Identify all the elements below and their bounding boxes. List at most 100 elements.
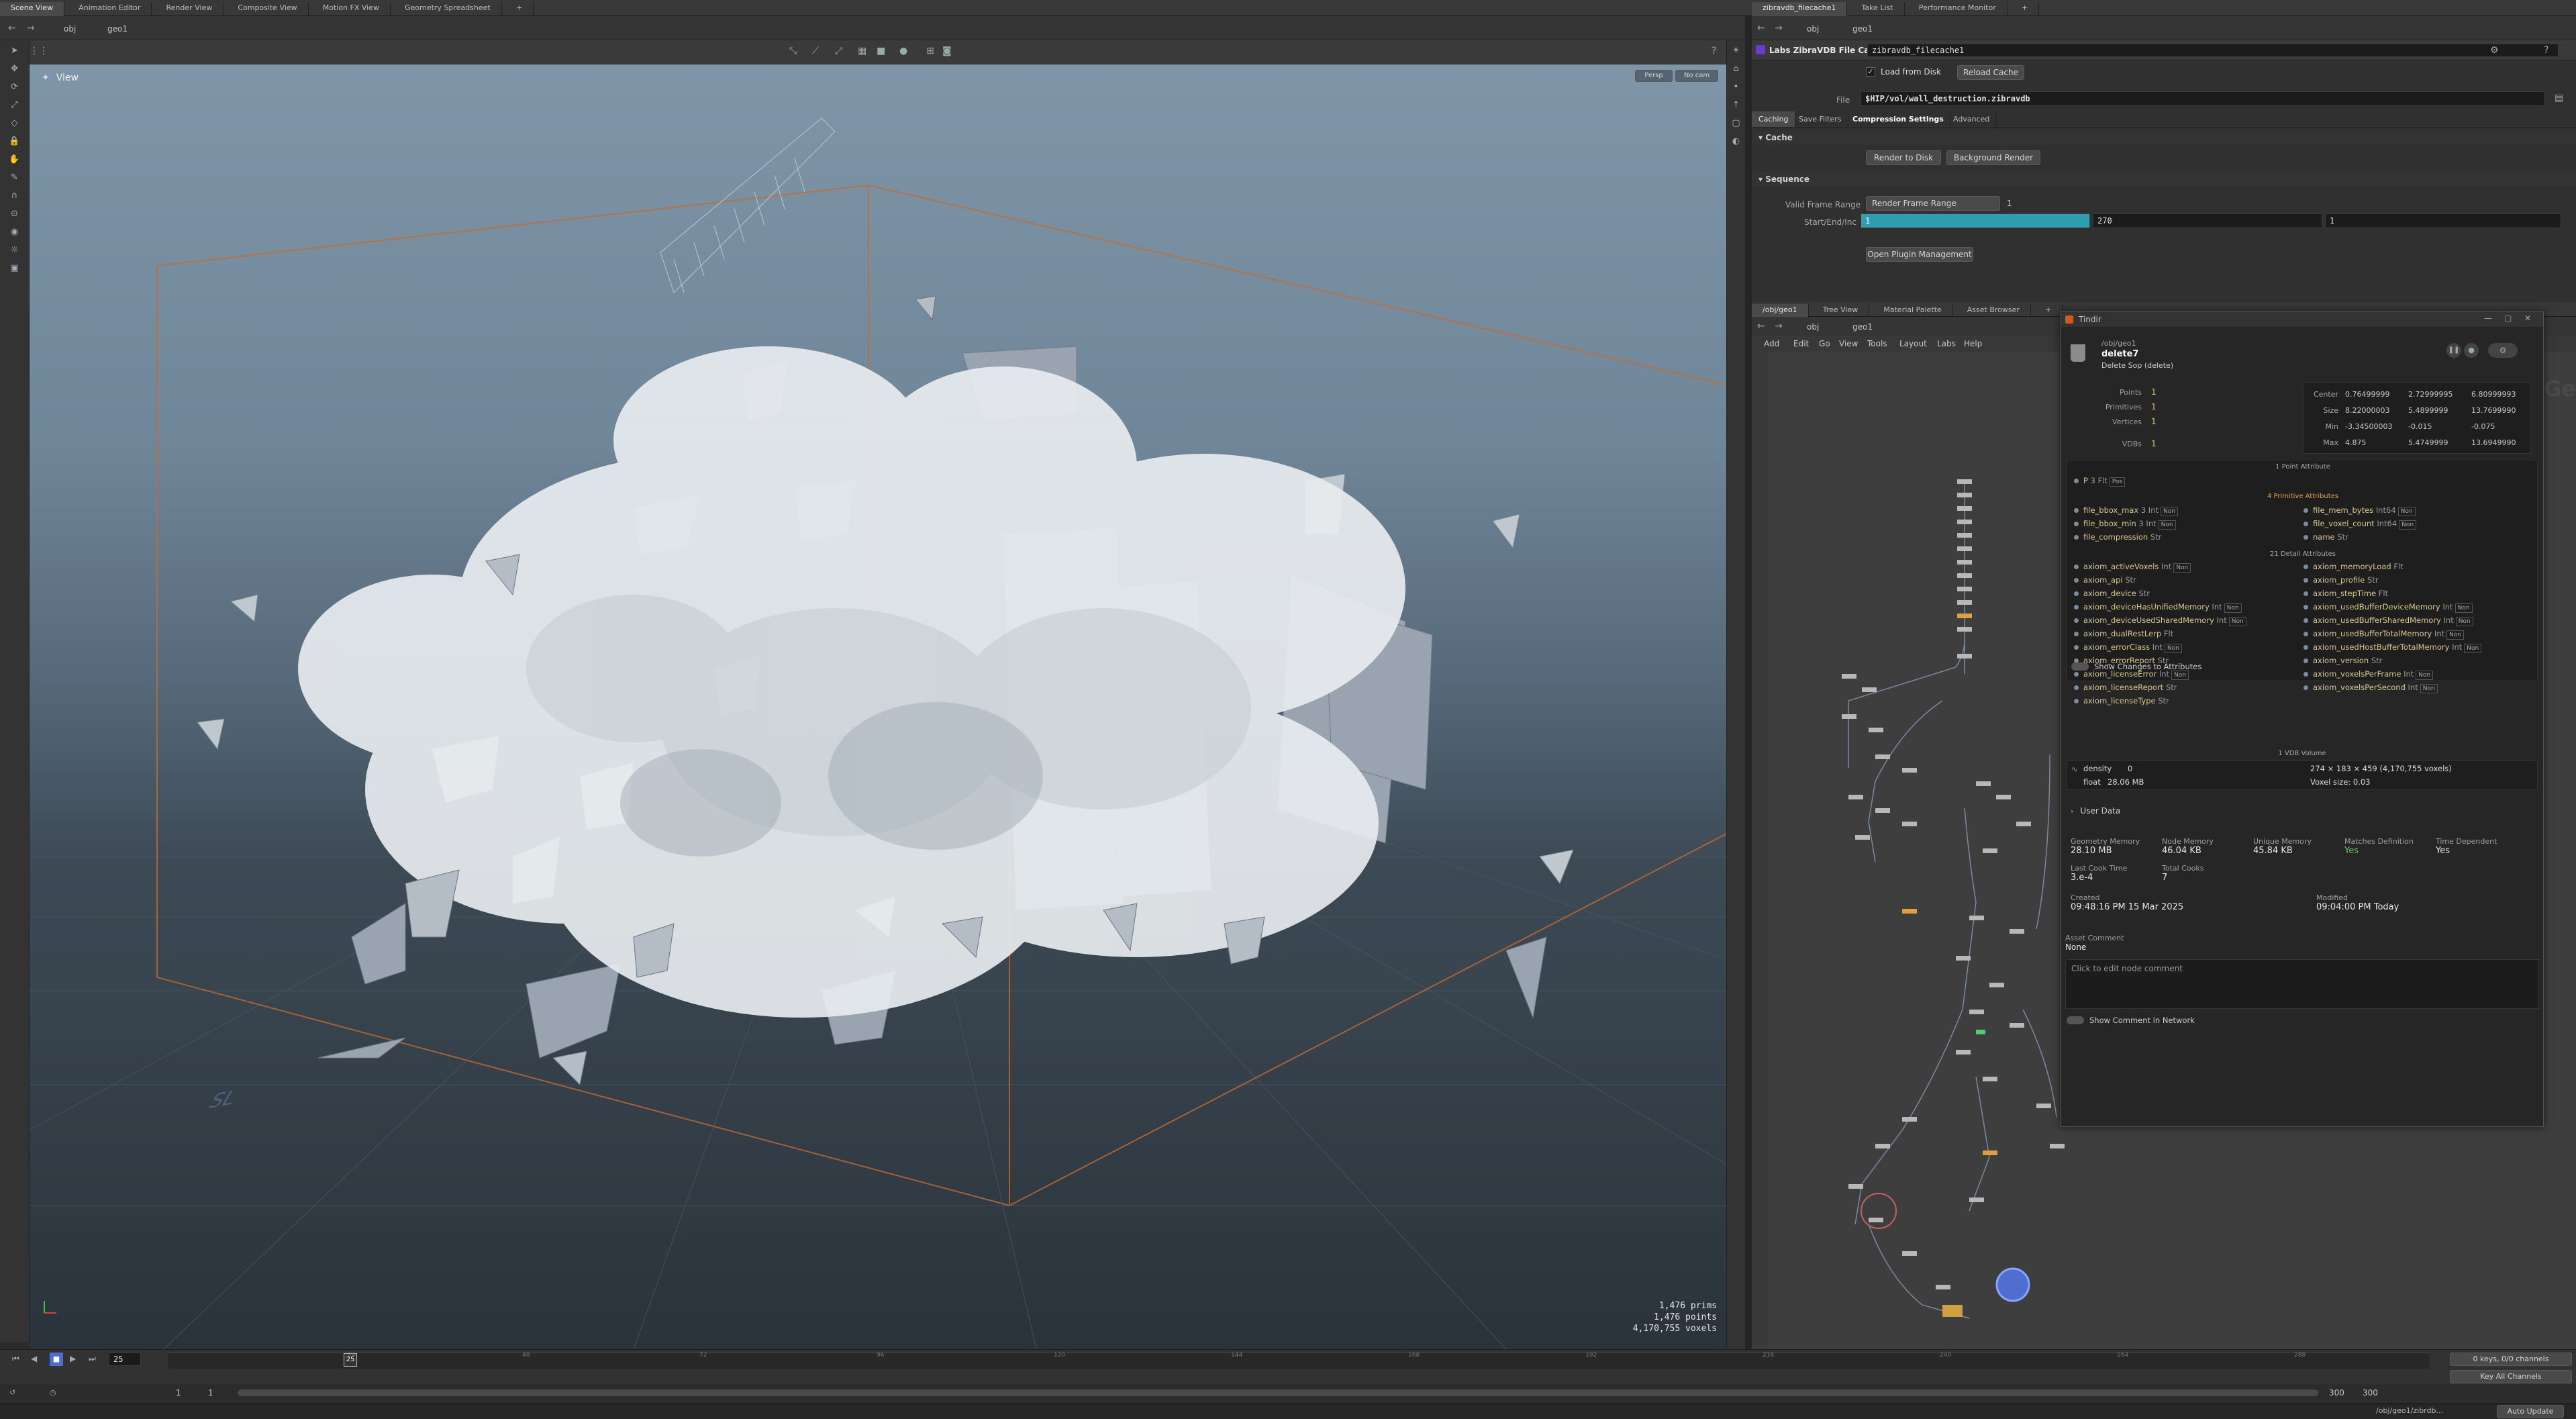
- persp-dropdown[interactable]: Persp: [1635, 70, 1673, 82]
- pause-icon[interactable]: ❚❚: [2446, 343, 2461, 358]
- timeline-ruler[interactable]: 25 24 48 72 96 120 144 168 192 216 240 2…: [168, 1352, 2430, 1369]
- range-slider[interactable]: [238, 1389, 2318, 1396]
- light-toggle-icon[interactable]: ☀: [1729, 44, 1744, 58]
- menu-add[interactable]: Add: [1764, 339, 1779, 348]
- move-tool-icon[interactable]: ✥: [7, 62, 22, 77]
- path-geo[interactable]: geo1: [1852, 24, 1873, 34]
- attr-P[interactable]: P 3 Flt Pos: [2070, 474, 2540, 487]
- add-tab-icon[interactable]: +: [2034, 304, 2063, 318]
- handle-tool-icon[interactable]: ◇: [7, 116, 22, 131]
- menu-labs[interactable]: Labs: [1937, 339, 1956, 348]
- attr-row[interactable]: axiom_usedBufferDeviceMemory Int Non: [2299, 600, 2481, 614]
- play-icon[interactable]: ▶: [70, 1354, 76, 1363]
- load-from-disk-toggle[interactable]: ✓ Load from Disk: [1866, 67, 1941, 77]
- pane-divider[interactable]: [1745, 16, 1752, 1352]
- attr-row[interactable]: file_bbox_max 3 Int Non: [2070, 503, 2178, 517]
- file-browse-icon[interactable]: ▤: [2555, 93, 2563, 103]
- attr-row[interactable]: axiom_errorClass Int Non: [2070, 640, 2246, 654]
- menu-tools[interactable]: Tools: [1867, 339, 1887, 348]
- tab-performance-monitor[interactable]: Performance Monitor: [1908, 2, 2008, 17]
- add-tab-icon[interactable]: +: [505, 2, 534, 17]
- attr-row[interactable]: axiom_stepTime Flt: [2299, 587, 2481, 600]
- wire-mode-icon[interactable]: ⟋: [812, 46, 819, 56]
- range-start[interactable]: 1: [176, 1388, 181, 1398]
- auto-update-button[interactable]: Auto Update: [2497, 1405, 2564, 1418]
- range-end-2[interactable]: 300: [2363, 1388, 2378, 1398]
- toggle-switch-icon[interactable]: [2071, 663, 2089, 671]
- menu-view[interactable]: View: [1839, 339, 1858, 348]
- forward-arrow-icon[interactable]: →: [1775, 23, 1783, 34]
- attr-row[interactable]: file_compression Str: [2070, 530, 2178, 544]
- camera-icon[interactable]: ◉: [7, 225, 22, 240]
- tab-motion-fx-view[interactable]: Motion FX View: [312, 2, 391, 17]
- attr-row[interactable]: axiom_api Str: [2070, 573, 2246, 587]
- start-frame-field[interactable]: 1: [1861, 213, 2090, 228]
- path-obj[interactable]: obj: [1807, 24, 1819, 34]
- node-comment-field[interactable]: Click to edit node comment: [2065, 959, 2539, 1009]
- settings-icon[interactable]: ⚙: [2488, 343, 2518, 358]
- sphere-icon[interactable]: ●: [899, 46, 907, 56]
- light-icon[interactable]: ☼: [7, 243, 22, 258]
- tab-caching[interactable]: Caching: [1752, 111, 1796, 127]
- stop-button-icon[interactable]: ■: [50, 1353, 63, 1366]
- user-data-toggle[interactable]: › User Data: [2071, 806, 2120, 816]
- tab-animation-editor[interactable]: Animation Editor: [68, 2, 152, 17]
- camera-dropdown[interactable]: No cam: [1675, 70, 1718, 82]
- shade-mode-icon[interactable]: ⤢: [835, 46, 842, 56]
- ghost-display-icon[interactable]: ◐: [1729, 134, 1744, 149]
- path-geo[interactable]: geo1: [1852, 322, 1873, 332]
- lock-view-icon[interactable]: ⌂: [1729, 62, 1744, 77]
- tab-take-list[interactable]: Take List: [1850, 2, 1905, 17]
- path-obj[interactable]: obj: [1807, 322, 1819, 332]
- select-tool-icon[interactable]: ➤: [7, 44, 22, 58]
- snapshot-icon[interactable]: ◙: [942, 46, 952, 56]
- path-obj[interactable]: obj: [64, 24, 76, 34]
- info-titlebar[interactable]: Tindir — ▢ ✕: [2061, 312, 2543, 327]
- brush-tool-icon[interactable]: ✎: [7, 170, 22, 185]
- viewport[interactable]: ✦ View Persp No cam SL 1,476 prims 1,476…: [30, 64, 1726, 1349]
- back-arrow-icon[interactable]: ←: [1757, 321, 1765, 332]
- bbox-display-icon[interactable]: ▢: [1729, 116, 1744, 131]
- tab-tree-view[interactable]: Tree View: [1812, 304, 1870, 318]
- vdb-volume-row[interactable]: ∿ density 0 274 × 183 × 459 (4,170,755 v…: [2067, 761, 2538, 790]
- key-all-channels-button[interactable]: Key All Channels: [2450, 1370, 2572, 1383]
- attr-row[interactable]: axiom_voxelsPerFrame Int Non: [2299, 667, 2481, 681]
- loop-icon[interactable]: ↺: [9, 1388, 15, 1397]
- range-end[interactable]: 300: [2329, 1388, 2344, 1398]
- attr-row[interactable]: axiom_profile Str: [2299, 573, 2481, 587]
- scale-tool-icon[interactable]: ⤢: [7, 98, 22, 113]
- tab-geometry-spreadsheet[interactable]: Geometry Spreadsheet: [394, 2, 502, 17]
- forward-arrow-icon[interactable]: →: [27, 23, 35, 34]
- step-back-icon[interactable]: ◀: [31, 1354, 37, 1363]
- attr-row[interactable]: axiom_licenseReport Str: [2070, 681, 2246, 694]
- attr-row[interactable]: axiom_memoryLoad Flt: [2299, 560, 2481, 573]
- show-changes-toggle[interactable]: Show Changes to Attributes: [2071, 662, 2201, 671]
- background-render-button[interactable]: Background Render: [1946, 150, 2040, 165]
- checkbox-icon[interactable]: ✓: [1866, 67, 1875, 77]
- minimize-icon[interactable]: —: [2484, 313, 2492, 323]
- tab-save-filters[interactable]: Save Filters: [1792, 111, 1849, 127]
- ghost-icon[interactable]: ▦: [858, 46, 866, 56]
- attr-row[interactable]: name Str: [2299, 530, 2416, 544]
- end-frame-field[interactable]: 270: [2093, 213, 2322, 228]
- jump-end-icon[interactable]: ⏭: [89, 1354, 96, 1364]
- render-to-disk-button[interactable]: Render to Disk: [1866, 150, 1941, 165]
- menu-layout[interactable]: Layout: [1899, 339, 1927, 348]
- add-tab-icon[interactable]: +: [2011, 2, 2040, 17]
- rotate-tool-icon[interactable]: ⟳: [7, 80, 22, 95]
- attr-row[interactable]: file_voxel_count Int64 Non: [2299, 517, 2417, 530]
- attr-row[interactable]: axiom_licenseType Str: [2070, 694, 2246, 707]
- normal-display-icon[interactable]: ↑: [1729, 98, 1744, 113]
- attr-row[interactable]: axiom_device Str: [2070, 587, 2246, 600]
- sequence-section-header[interactable]: ▾ Sequence: [1752, 172, 2576, 187]
- current-frame-field[interactable]: 25: [109, 1353, 141, 1366]
- cache-section-header[interactable]: ▾ Cache: [1752, 130, 2576, 145]
- menu-help[interactable]: Help: [1964, 339, 1982, 348]
- show-comment-toggle[interactable]: Show Comment in Network: [2067, 1016, 2195, 1025]
- attr-row[interactable]: axiom_usedHostBufferTotalMemory Int Non: [2299, 640, 2482, 654]
- file-path-field[interactable]: $HIP/vol/wall_destruction.zibravdb: [1861, 91, 2545, 106]
- help-icon[interactable]: ?: [2544, 45, 2548, 56]
- grid-icon[interactable]: ⋮⋮: [30, 46, 48, 56]
- attr-row[interactable]: axiom_version Str: [2299, 654, 2481, 667]
- attr-row[interactable]: axiom_activeVoxels Int Non: [2070, 560, 2246, 573]
